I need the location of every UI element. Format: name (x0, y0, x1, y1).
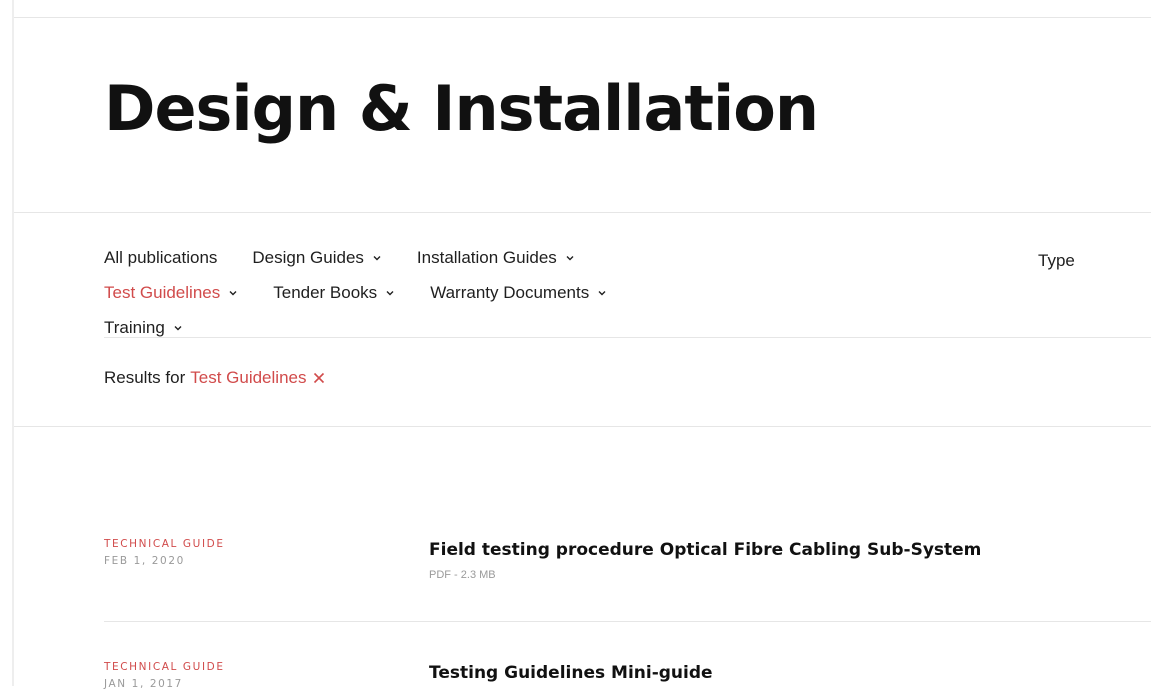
filter-training[interactable]: Training (104, 317, 183, 338)
document-meta: TECHNICAL GUIDE JAN 1, 2017 (104, 660, 404, 691)
filter-label: All publications (104, 248, 218, 267)
filter-test-guidelines[interactable]: Test Guidelines (104, 282, 238, 303)
filter-tender-books[interactable]: Tender Books (273, 282, 395, 303)
chevron-down-icon (372, 253, 382, 263)
document-main: Field testing procedure Optical Fibre Ca… (429, 539, 981, 582)
document-meta: TECHNICAL GUIDE FEB 1, 2020 (104, 537, 404, 568)
chevron-down-icon (228, 288, 238, 298)
document-file-info: PDF - 2.3 MB (429, 569, 496, 581)
filter-label: Training (104, 318, 165, 337)
document-title-link[interactable]: Testing Guidelines Mini-guide (429, 662, 713, 684)
divider (14, 17, 1151, 18)
results-summary: Results for Test Guidelines (104, 367, 326, 388)
divider (104, 621, 1151, 622)
filter-label: Tender Books (273, 283, 378, 302)
filter-label: Test Guidelines (104, 283, 221, 302)
filter-label: Installation Guides (416, 248, 557, 267)
results-prefix: Results for (104, 368, 186, 387)
chevron-down-icon (597, 288, 607, 298)
document-date: JAN 1, 2017 (104, 678, 183, 690)
category-filter-nav: All publications Design Guides Installat… (104, 247, 664, 338)
filter-label: Warranty Documents (430, 283, 590, 302)
chevron-down-icon (565, 253, 575, 263)
type-filter[interactable]: Type (1038, 250, 1075, 271)
divider (14, 212, 1151, 213)
document-category: TECHNICAL GUIDE (104, 538, 225, 550)
divider (14, 426, 1151, 427)
left-border (0, 0, 14, 686)
close-icon[interactable] (312, 371, 326, 385)
divider (104, 337, 1151, 338)
page-title: Design & Installation (104, 72, 819, 145)
filter-design-guides[interactable]: Design Guides (252, 247, 382, 268)
filter-label: Design Guides (252, 248, 364, 267)
chevron-down-icon (385, 288, 395, 298)
chevron-down-icon (173, 323, 183, 333)
document-title-link[interactable]: Field testing procedure Optical Fibre Ca… (429, 539, 981, 561)
filter-installation-guides[interactable]: Installation Guides (417, 247, 575, 268)
filter-warranty-documents[interactable]: Warranty Documents (430, 282, 607, 303)
document-date: FEB 1, 2020 (104, 555, 185, 567)
filter-all-publications[interactable]: All publications (104, 247, 217, 268)
document-category: TECHNICAL GUIDE (104, 661, 225, 673)
document-main: Testing Guidelines Mini-guide (429, 662, 713, 684)
results-term: Test Guidelines (190, 368, 307, 387)
